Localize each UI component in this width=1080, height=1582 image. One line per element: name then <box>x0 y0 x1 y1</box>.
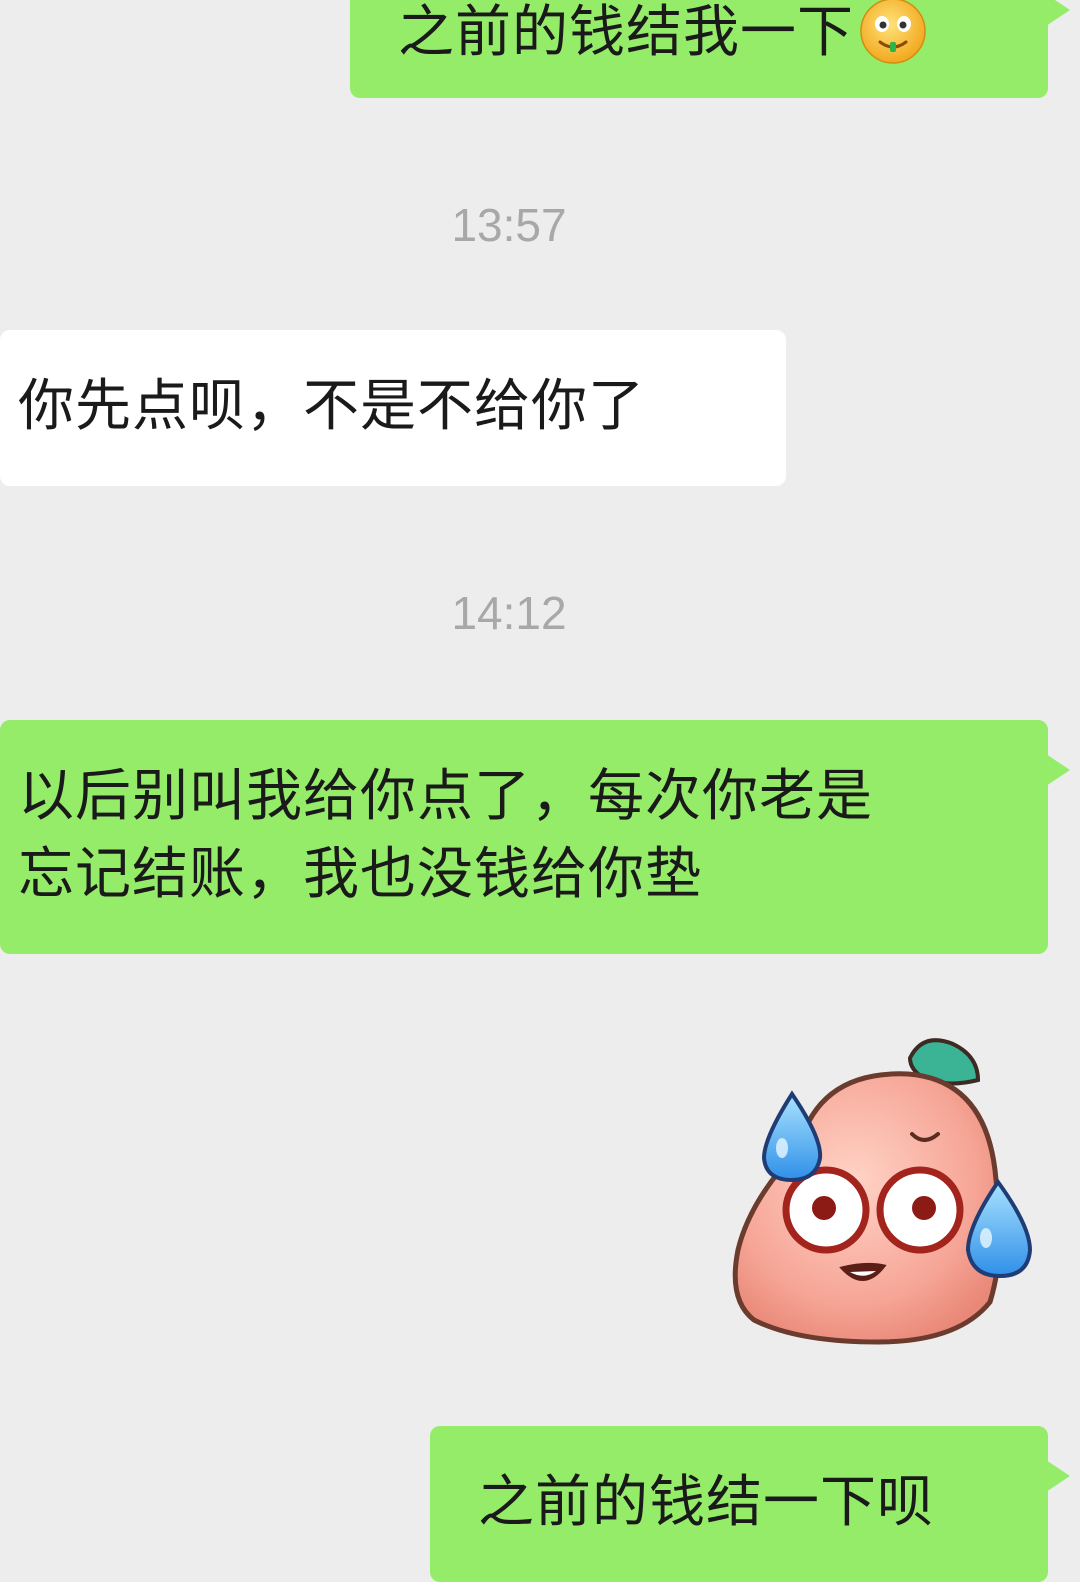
sent-message-bubble[interactable]: 之前的钱结我一下 <box>350 0 1070 98</box>
message-text: 之前的钱结我一下 <box>398 0 854 65</box>
message-text-line: 以后别叫我给你点了，每次你老是 <box>18 764 873 829</box>
message-timestamp: 14:12 <box>451 587 567 639</box>
message-timestamp: 13:57 <box>451 199 567 251</box>
chat-conversation: 之前的钱结我一下 13:57 你先点呗，不是不给你了 14:12 以后别叫我给你… <box>0 0 1080 1582</box>
received-message-bubble[interactable]: 你先点呗，不是不给你了 <box>0 330 786 486</box>
message-text: 你先点呗，不是不给你了 <box>18 374 645 439</box>
sent-message-bubble[interactable]: 之前的钱结一下呗 <box>430 1426 1070 1582</box>
sweating-peach-sticker[interactable] <box>728 1030 1040 1350</box>
message-text: 之前的钱结一下呗 <box>478 1470 934 1535</box>
message-text-line: 忘记结账，我也没钱给你垫 <box>18 842 702 907</box>
sent-message-bubble[interactable]: 以后别叫我给你点了，每次你老是 忘记结账，我也没钱给你垫 <box>0 720 1070 954</box>
smile-emoji-icon <box>860 0 926 64</box>
